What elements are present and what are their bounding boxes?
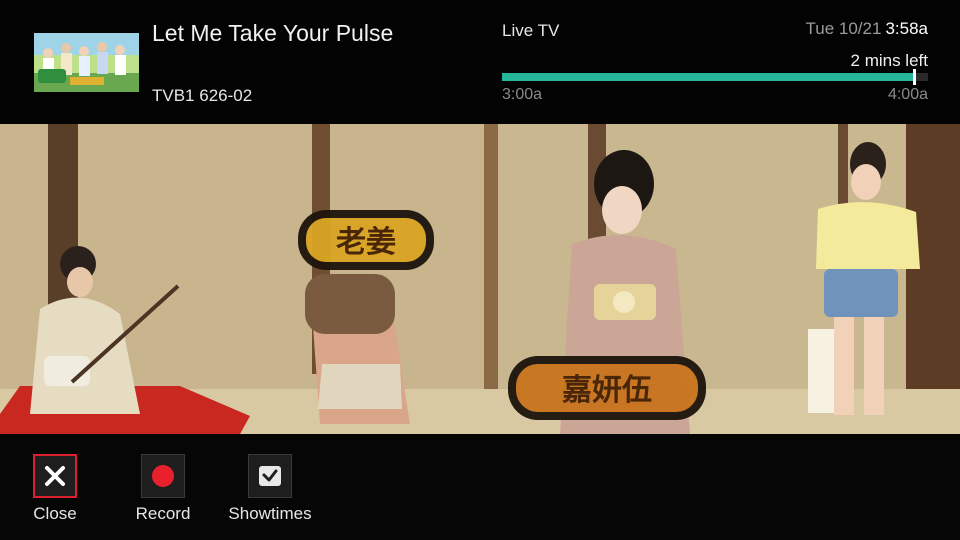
- program-title: Let Me Take Your Pulse: [152, 20, 394, 46]
- record-button-box[interactable]: [141, 454, 185, 498]
- current-time: 3:58a: [885, 19, 928, 38]
- current-clock: Tue 10/21 3:58a: [806, 19, 928, 39]
- current-date: Tue 10/21: [805, 19, 882, 38]
- video-frame: 老姜 嘉妍伍: [0, 124, 960, 434]
- close-icon: [45, 466, 65, 486]
- program-info-bar: Let Me Take Your Pulse TVB1 626-02 Live …: [0, 0, 960, 124]
- live-tv-label: Live TV: [502, 21, 560, 40]
- close-label: Close: [33, 504, 77, 523]
- record-button[interactable]: Record: [118, 454, 208, 524]
- program-end-time: 4:00a: [887, 86, 928, 103]
- program-progress-bar: [502, 69, 928, 85]
- program-start-time: 3:00a: [502, 86, 543, 103]
- time-remaining: 2 mins left: [850, 51, 928, 70]
- showtimes-button[interactable]: Showtimes: [225, 454, 315, 524]
- record-icon: [152, 465, 174, 487]
- close-button[interactable]: Close: [10, 454, 100, 524]
- record-label: Record: [135, 504, 191, 523]
- close-button-box[interactable]: [33, 454, 77, 498]
- showtimes-button-box[interactable]: [248, 454, 292, 498]
- showtimes-label: Showtimes: [228, 504, 312, 523]
- clock-icon: [259, 466, 281, 486]
- playback-controls: Close Record Showtimes: [0, 434, 960, 540]
- progress-position-marker: [913, 69, 916, 85]
- channel-number: TVB1 626-02: [152, 86, 253, 105]
- progress-fill: [502, 73, 914, 81]
- show-poster-thumbnail: [34, 33, 139, 92]
- overlay-text-2: 嘉妍伍: [562, 373, 652, 408]
- overlay-text-1: 老姜: [336, 225, 396, 260]
